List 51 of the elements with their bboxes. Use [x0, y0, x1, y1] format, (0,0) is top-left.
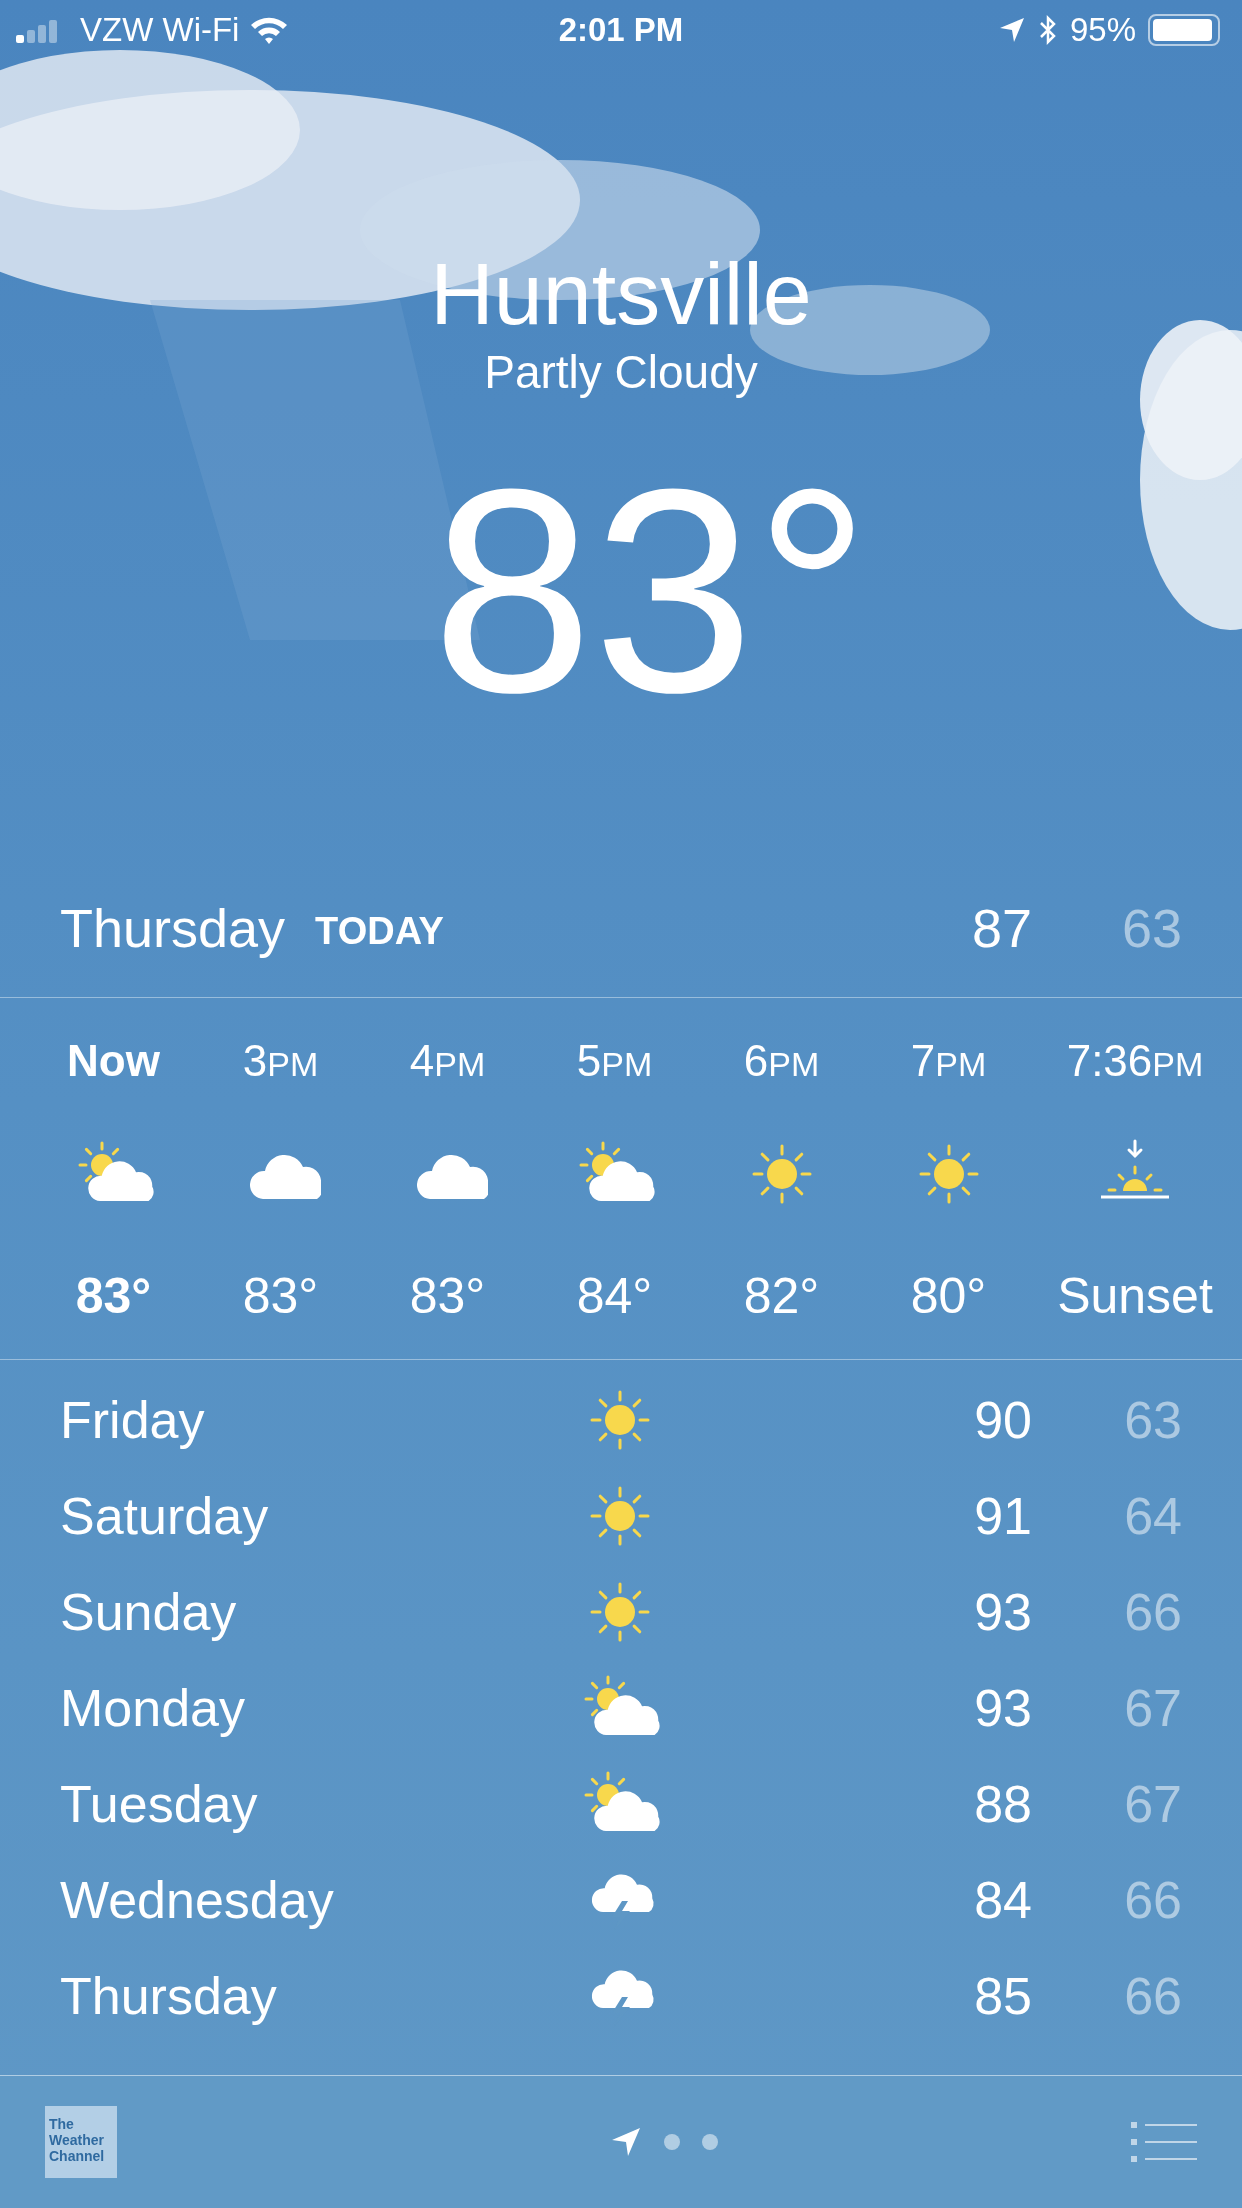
day-name: Monday [60, 1678, 246, 1739]
high-temperature: 84 [973, 1870, 1032, 1931]
day-name: Tuesday [60, 1774, 259, 1835]
low-temperature: 67 [1123, 1678, 1182, 1739]
today-label: TODAY [315, 909, 444, 954]
high-temperature: 88 [973, 1774, 1032, 1835]
hour-temperature: 84° [576, 1267, 653, 1326]
low-temperature: 64 [1123, 1486, 1182, 1547]
low-temperature: 67 [1123, 1774, 1182, 1835]
low-temperature: 66 [1123, 1870, 1182, 1931]
hour-temperature: 82° [743, 1267, 820, 1326]
hour-label: 7:36PM [1066, 1035, 1204, 1084]
low-temperature: 63 [1120, 897, 1182, 960]
battery-percent: 95% [1069, 10, 1136, 51]
carrier-name: VZW Wi-Fi [80, 10, 240, 51]
weather-channel-logo: The Weather Channel [45, 2106, 117, 2178]
high-temperature: 85 [973, 1966, 1032, 2027]
hour-temperature: 83° [75, 1267, 152, 1326]
low-temperature: 66 [1123, 1966, 1182, 2027]
hour-temperature: 83° [409, 1267, 486, 1326]
day-name: Sunday [60, 1582, 238, 1643]
hour-label: Now [67, 1035, 160, 1084]
hour-label: 3PM [242, 1035, 319, 1084]
high-temperature: 90 [973, 1390, 1032, 1451]
hour-label: 7PM [910, 1035, 987, 1084]
wifi-icon [249, 15, 290, 45]
list-icon[interactable] [1131, 2122, 1197, 2162]
hour-label: 4PM [409, 1035, 486, 1084]
hour-label: 5PM [576, 1035, 653, 1084]
location-page-icon[interactable] [610, 2126, 642, 2158]
day-name: Thursday [60, 897, 286, 960]
bluetooth-icon [1037, 14, 1058, 46]
hour-label: 6PM [743, 1035, 820, 1084]
weather-condition: Partly Cloudy [484, 345, 758, 400]
high-temperature: 91 [973, 1486, 1032, 1547]
hour-temperature: 83° [242, 1267, 319, 1326]
battery-icon [1148, 14, 1220, 46]
day-name: Friday [60, 1390, 206, 1451]
city-name: Huntsville [430, 244, 812, 344]
day-name: Saturday [60, 1486, 270, 1547]
low-temperature: 66 [1123, 1582, 1182, 1643]
hour-temperature: Sunset [1057, 1267, 1213, 1326]
high-temperature: 93 [973, 1582, 1032, 1643]
status-time: 2:01 PM [558, 10, 684, 51]
high-temperature: 93 [973, 1678, 1032, 1739]
low-temperature: 63 [1123, 1390, 1182, 1451]
hour-temperature: 80° [910, 1267, 987, 1326]
current-temperature: 83° [430, 440, 871, 740]
day-name: Wednesday [60, 1870, 335, 1931]
day-name: Thursday [60, 1966, 278, 2027]
high-temperature: 87 [970, 897, 1032, 960]
